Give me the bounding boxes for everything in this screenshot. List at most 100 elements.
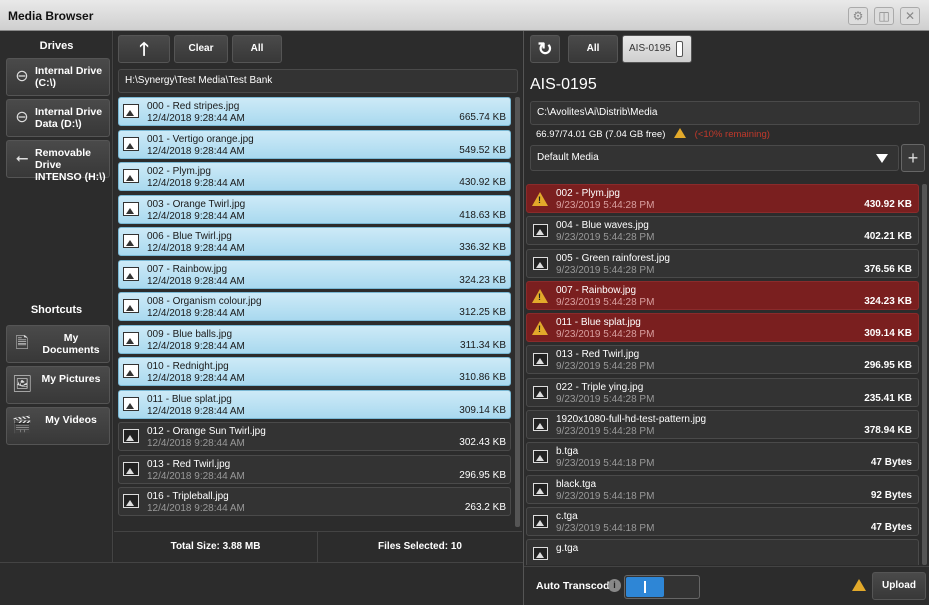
source-file-row[interactable]: 008 - Organism colour.jpg 12/4/2018 9:28:… bbox=[118, 292, 511, 321]
target-file-row[interactable]: g.tga bbox=[526, 539, 919, 565]
device-tab[interactable]: AIS-0195 bbox=[622, 35, 692, 63]
file-date: 12/4/2018 9:28:44 AM bbox=[147, 405, 245, 417]
drive-h-button[interactable]: ⭠ Removable Drive INTENSO (H:\) bbox=[6, 140, 110, 183]
file-size: 263.2 KB bbox=[464, 502, 506, 513]
target-file-row[interactable]: 1920x1080-full-hd-test-pattern.jpg 9/23/2… bbox=[526, 410, 919, 440]
file-name: 007 - Rainbow.jpg bbox=[556, 284, 637, 296]
document-icon: 🗎 bbox=[15, 335, 29, 352]
shortcut-documents-button[interactable]: 🗎 My Documents bbox=[6, 325, 110, 363]
target-path: C:\Avolites\Ai\Distrib\Media bbox=[530, 101, 920, 125]
target-panel: ↻ All AIS-0195 AIS-0195 C:\Avolites\Ai\D… bbox=[523, 31, 929, 605]
image-file-icon bbox=[123, 299, 139, 313]
upload-button[interactable]: Upload bbox=[872, 572, 926, 600]
shortcut-label: My Pictures bbox=[41, 373, 101, 385]
drives-header: Drives bbox=[39, 40, 74, 52]
source-scrollbar[interactable] bbox=[515, 97, 520, 527]
hard-drive-icon: ⊖ bbox=[15, 68, 29, 85]
disk-space-warning: (<10% remaining) bbox=[694, 129, 770, 140]
disk-space: 66.97/74.01 GB (7.04 GB free) (<10% rema… bbox=[536, 127, 770, 140]
file-name: 013 - Red Twirl.jpg bbox=[147, 458, 231, 470]
file-name: 007 - Rainbow.jpg bbox=[147, 263, 228, 275]
source-file-row[interactable]: 007 - Rainbow.jpg 12/4/2018 9:28:44 AM 324… bbox=[118, 259, 511, 289]
target-file-row[interactable]: ! 002 - Plym.jpg 9/23/2019 5:44:28 PM 430.9… bbox=[526, 184, 919, 213]
file-date: 12/4/2018 9:28:44 AM bbox=[147, 275, 245, 287]
restore-icon[interactable]: ◫ bbox=[874, 7, 894, 25]
file-date: 12/4/2018 9:28:44 AM bbox=[147, 308, 245, 319]
clear-button[interactable]: Clear bbox=[174, 35, 228, 63]
shortcut-pictures-button[interactable]: 🖼 My Pictures bbox=[6, 366, 110, 404]
target-file-row[interactable]: 022 - Triple ying.jpg 9/23/2019 5:44:28 P… bbox=[526, 377, 919, 407]
file-size: 302.43 KB bbox=[459, 437, 506, 448]
target-file-row[interactable]: black.tga 9/23/2019 5:44:18 PM 92 Bytes bbox=[526, 474, 919, 504]
target-file-row[interactable]: 005 - Green rainforest.jpg 9/23/2019 5:44… bbox=[526, 248, 919, 278]
up-arrow-icon[interactable]: 🡑 bbox=[118, 35, 170, 63]
warning-icon: ! bbox=[532, 288, 548, 303]
auto-transcode-label: Auto Transcode bbox=[536, 580, 616, 592]
drive-label: Internal Drive Data (D:\) bbox=[35, 106, 103, 130]
source-file-row[interactable]: 006 - Blue Twirl.jpg 12/4/2018 9:28:44 AM… bbox=[118, 227, 511, 256]
file-date: 9/23/2019 5:44:28 PM bbox=[556, 361, 655, 373]
source-file-row[interactable]: 010 - Rednight.jpg 12/4/2018 9:28:44 AM 31… bbox=[118, 357, 511, 386]
file-name: 003 - Orange Twirl.jpg bbox=[147, 198, 246, 210]
file-size: 310.86 KB bbox=[459, 372, 506, 383]
image-file-icon bbox=[123, 331, 139, 346]
target-file-row[interactable]: ! 011 - Blue splat.jpg 9/23/2019 5:44:28 P… bbox=[526, 313, 919, 343]
image-file-icon bbox=[533, 547, 548, 561]
device-tab-label: AIS-0195 bbox=[629, 43, 671, 54]
file-date: 12/4/2018 9:28:44 AM bbox=[147, 113, 245, 124]
warning-icon: ! bbox=[532, 321, 548, 336]
file-date: 12/4/2018 9:28:44 AM bbox=[147, 243, 245, 254]
file-name: 008 - Organism colour.jpg bbox=[147, 296, 262, 307]
source-file-row[interactable]: 002 - Plym.jpg 12/4/2018 9:28:44 AM 430.92… bbox=[118, 162, 511, 191]
file-name: 004 - Blue waves.jpg bbox=[556, 220, 649, 232]
source-file-row[interactable]: 000 - Red stripes.jpg 12/4/2018 9:28:44 A… bbox=[118, 97, 511, 126]
file-size: 665.74 KB bbox=[459, 112, 506, 123]
drive-c-button[interactable]: ⊖ Internal Drive (C:\) bbox=[6, 58, 110, 96]
file-size: 402.21 KB bbox=[864, 231, 912, 243]
refresh-icon[interactable]: ↻ bbox=[530, 35, 560, 63]
file-size: 309.14 KB bbox=[864, 328, 912, 340]
file-date: 9/23/2019 5:44:18 PM bbox=[556, 490, 655, 502]
file-date: 12/4/2018 9:28:44 AM bbox=[147, 210, 245, 222]
video-icon: 🎬 bbox=[12, 417, 32, 434]
source-file-row[interactable]: 012 - Orange Sun Twirl.jpg 12/4/2018 9:28… bbox=[118, 422, 511, 451]
target-all-button[interactable]: All bbox=[568, 35, 618, 63]
source-file-row[interactable]: 001 - Vertigo orange.jpg 12/4/2018 9:28:4… bbox=[118, 129, 511, 159]
source-file-row[interactable]: 013 - Red Twirl.jpg 12/4/2018 9:28:44 AM 2… bbox=[118, 454, 511, 484]
target-file-list: ! 002 - Plym.jpg 9/23/2019 5:44:28 PM 430.9… bbox=[526, 184, 919, 565]
file-name: 001 - Vertigo orange.jpg bbox=[147, 133, 254, 145]
target-scrollbar[interactable] bbox=[922, 184, 927, 565]
device-icon bbox=[676, 41, 683, 57]
target-file-row[interactable]: 013 - Red Twirl.jpg 9/23/2019 5:44:28 PM 2… bbox=[526, 345, 919, 375]
file-date: 9/23/2019 5:44:28 PM bbox=[556, 296, 655, 308]
settings-icon[interactable]: ⚙ bbox=[848, 7, 868, 25]
file-date: 9/23/2019 5:44:28 PM bbox=[556, 329, 655, 341]
target-file-row[interactable]: b.tga 9/23/2019 5:44:18 PM 47 Bytes bbox=[526, 442, 919, 472]
image-file-icon bbox=[123, 266, 139, 281]
warning-icon bbox=[852, 579, 866, 591]
drive-d-button[interactable]: ⊖ Internal Drive Data (D:\) bbox=[6, 99, 110, 137]
image-file-icon bbox=[123, 201, 139, 216]
file-date: 12/4/2018 9:28:44 AM bbox=[147, 373, 245, 384]
picture-icon: 🖼 bbox=[12, 376, 33, 393]
target-file-row[interactable]: c.tga 9/23/2019 5:44:18 PM 47 Bytes bbox=[526, 506, 919, 536]
info-icon[interactable]: i bbox=[608, 579, 621, 592]
source-file-row[interactable]: 009 - Blue balls.jpg 12/4/2018 9:28:44 AM… bbox=[118, 324, 511, 354]
file-size: 309.14 KB bbox=[459, 404, 506, 416]
auto-transcode-toggle[interactable] bbox=[624, 575, 700, 599]
hard-drive-icon: ⊖ bbox=[15, 109, 29, 126]
source-file-row[interactable]: 016 - Tripleball.jpg 12/4/2018 9:28:44 AM… bbox=[118, 487, 511, 516]
add-folder-button[interactable]: + bbox=[901, 144, 925, 172]
source-file-row[interactable]: 003 - Orange Twirl.jpg 12/4/2018 9:28:44 … bbox=[118, 194, 511, 224]
drive-label: Removable Drive INTENSO (H:\) bbox=[35, 147, 106, 183]
target-file-row[interactable]: ! 007 - Rainbow.jpg 9/23/2019 5:44:28 PM 32… bbox=[526, 280, 919, 310]
source-file-row[interactable]: 011 - Blue splat.jpg 12/4/2018 9:28:44 AM… bbox=[118, 389, 511, 419]
chevron-down-icon bbox=[876, 154, 888, 163]
select-all-button[interactable]: All bbox=[232, 35, 282, 63]
target-file-row[interactable]: 004 - Blue waves.jpg 9/23/2019 5:44:28 PM… bbox=[526, 216, 919, 246]
file-name: 002 - Plym.jpg bbox=[556, 188, 620, 199]
shortcut-videos-button[interactable]: 🎬 My Videos bbox=[6, 407, 110, 445]
media-folder-select[interactable]: Default Media bbox=[530, 145, 899, 171]
image-file-icon bbox=[123, 104, 139, 118]
close-icon[interactable]: ✕ bbox=[900, 7, 920, 25]
